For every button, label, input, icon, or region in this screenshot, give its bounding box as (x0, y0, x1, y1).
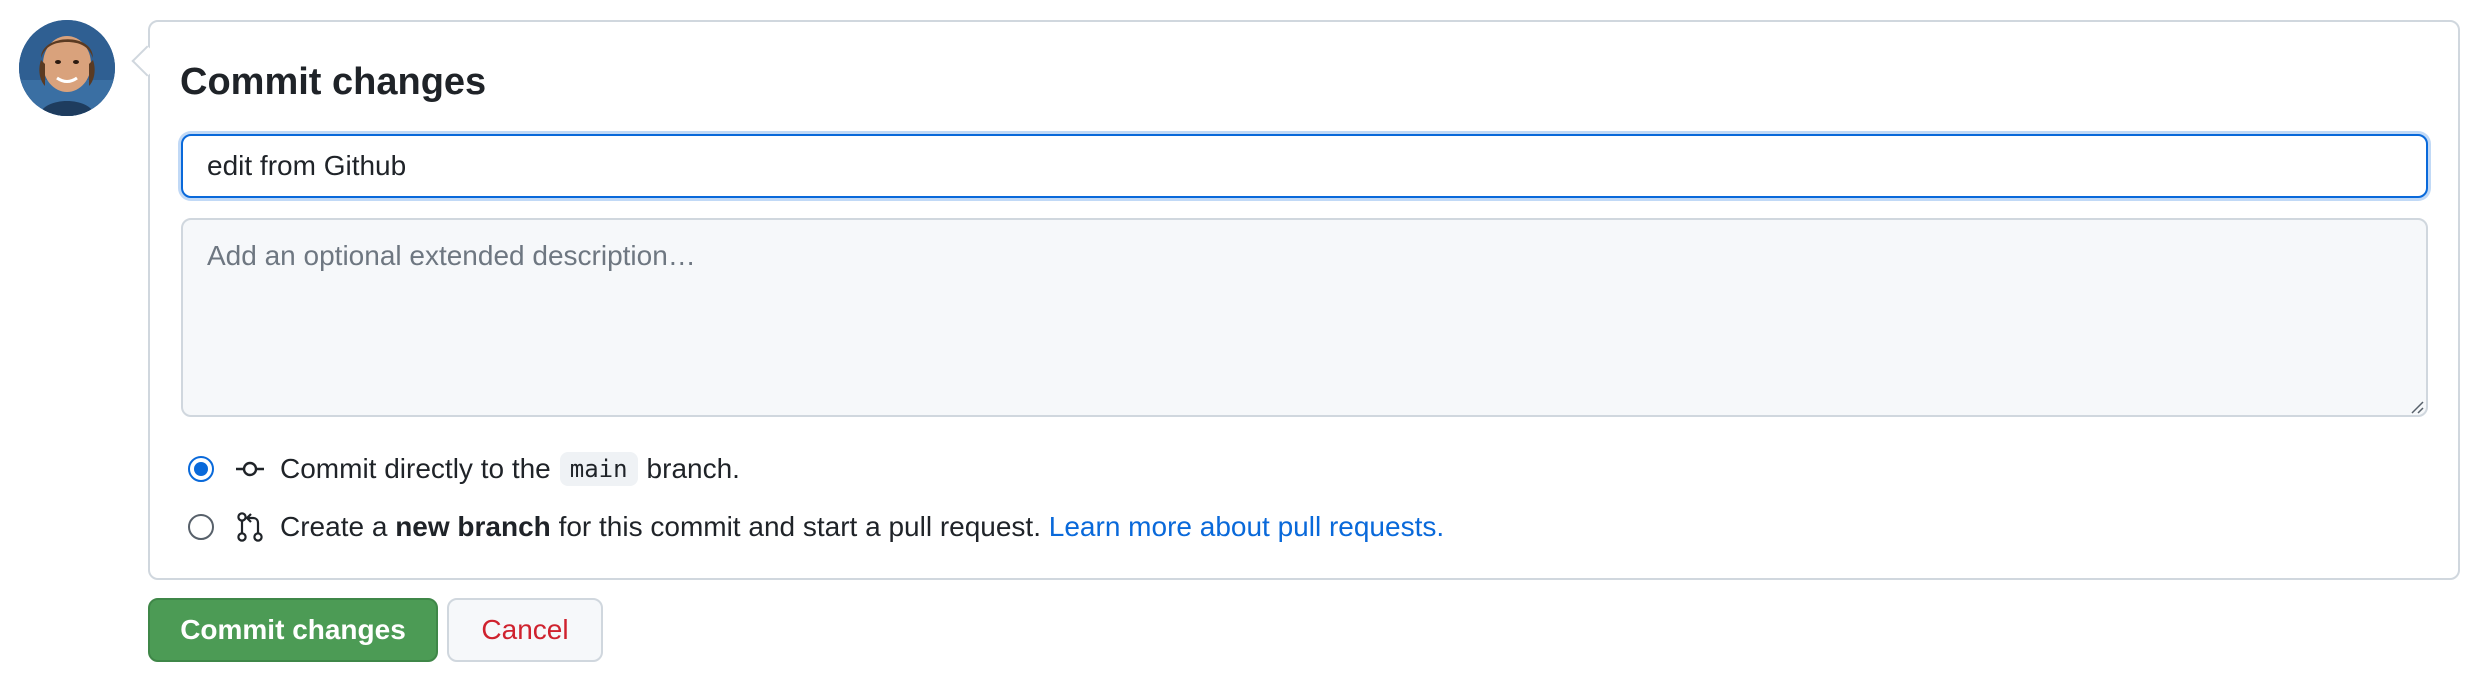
git-commit-icon (236, 461, 264, 477)
branch-name-badge: main (559, 452, 638, 486)
commit-summary-input[interactable] (181, 134, 2428, 198)
new-branch-suffix: for this commit and start a pull request… (558, 511, 1041, 542)
commit-changes-button[interactable]: Commit changes (148, 598, 438, 662)
cancel-button[interactable]: Cancel (447, 598, 603, 662)
git-pull-request-icon (237, 512, 263, 542)
commit-direct-prefix: Commit directly to the (280, 453, 551, 484)
commit-direct-radio[interactable] (188, 456, 214, 482)
new-branch-bold-text: new branch (395, 511, 551, 542)
commit-description-textarea[interactable] (181, 218, 2428, 417)
commit-form-title: Commit changes (180, 61, 487, 103)
page: Commit changes Commit directly to the ma… (0, 0, 2476, 678)
new-branch-radio[interactable] (188, 514, 214, 540)
new-branch-prefix: Create a (280, 511, 388, 542)
resize-grip-icon[interactable] (2408, 398, 2424, 414)
new-branch-option[interactable]: Create a new branch for this commit and … (188, 507, 1444, 547)
user-avatar[interactable] (19, 20, 115, 116)
learn-more-pull-requests-link[interactable]: Learn more about pull requests. (1049, 511, 1444, 543)
commit-direct-suffix: branch. (646, 453, 740, 484)
commit-direct-option[interactable]: Commit directly to the main branch. (188, 449, 740, 489)
